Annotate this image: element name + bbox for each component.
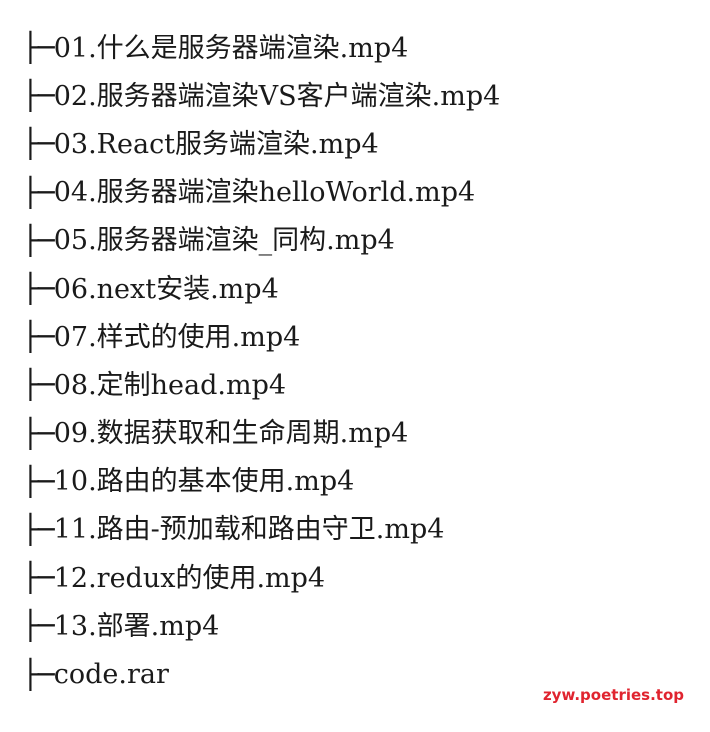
file-tree: ├─ 01.什么是服务器端渲染.mp4 ├─ 02.服务器端渲染VS客户端渲染.… [22, 24, 500, 699]
tree-item: ├─ 05.服务器端渲染_同构.mp4 [22, 217, 500, 265]
tree-branch-glyph: ├─ [22, 561, 55, 595]
tree-item: ├─ 07.样式的使用.mp4 [22, 313, 500, 361]
tree-item: ├─ 10.路由的基本使用.mp4 [22, 458, 500, 506]
tree-item: ├─ 02.服务器端渲染VS客户端渲染.mp4 [22, 72, 500, 120]
tree-branch-glyph: ├─ [22, 512, 55, 546]
tree-item: ├─ 03.React服务端渲染.mp4 [22, 120, 500, 168]
tree-branch-glyph: ├─ [22, 609, 55, 643]
file-name: 12.redux的使用.mp4 [53, 562, 326, 594]
tree-branch-glyph: ├─ [22, 416, 55, 450]
file-name: 05.服务器端渲染_同构.mp4 [53, 225, 395, 257]
tree-branch-glyph: ├─ [22, 79, 55, 113]
tree-item: ├─ 11.路由-预加载和路由守卫.mp4 [22, 506, 500, 554]
file-name: 08.定制head.mp4 [53, 369, 287, 401]
tree-branch-glyph: ├─ [22, 368, 55, 402]
tree-item: ├─ 12.redux的使用.mp4 [22, 554, 500, 602]
tree-branch-glyph: ├─ [22, 272, 55, 306]
tree-item: ├─ 04.服务器端渲染helloWorld.mp4 [22, 169, 500, 217]
file-name: code.rar [53, 659, 169, 691]
tree-branch-glyph: ├─ [22, 31, 55, 65]
file-name: 13.部署.mp4 [53, 610, 220, 642]
tree-item: ├─ 01.什么是服务器端渲染.mp4 [22, 24, 500, 72]
file-name: 03.React服务端渲染.mp4 [53, 128, 379, 160]
file-name: 10.路由的基本使用.mp4 [53, 466, 355, 498]
tree-item: ├─ 13.部署.mp4 [22, 602, 500, 650]
file-name: 07.样式的使用.mp4 [53, 321, 301, 353]
file-name: 11.路由-预加载和路由守卫.mp4 [53, 514, 445, 546]
file-name: 01.什么是服务器端渲染.mp4 [53, 32, 409, 64]
watermark: zyw.poetries.top [542, 686, 684, 704]
tree-branch-glyph: ├─ [22, 464, 55, 498]
file-name: 06.next安装.mp4 [53, 273, 279, 305]
tree-branch-glyph: ├─ [22, 320, 55, 354]
tree-item: ├─ 08.定制head.mp4 [22, 361, 500, 409]
file-name: 09.数据获取和生命周期.mp4 [53, 418, 409, 450]
file-name: 04.服务器端渲染helloWorld.mp4 [53, 177, 476, 209]
tree-item: ├─ code.rar [22, 650, 500, 698]
tree-branch-glyph: ├─ [22, 175, 55, 209]
tree-branch-glyph: ├─ [22, 223, 55, 257]
tree-branch-glyph: ├─ [22, 127, 55, 161]
tree-item: ├─ 06.next安装.mp4 [22, 265, 500, 313]
tree-item: ├─ 09.数据获取和生命周期.mp4 [22, 410, 500, 458]
tree-branch-glyph: ├─ [22, 657, 55, 691]
file-name: 02.服务器端渲染VS客户端渲染.mp4 [53, 80, 501, 112]
